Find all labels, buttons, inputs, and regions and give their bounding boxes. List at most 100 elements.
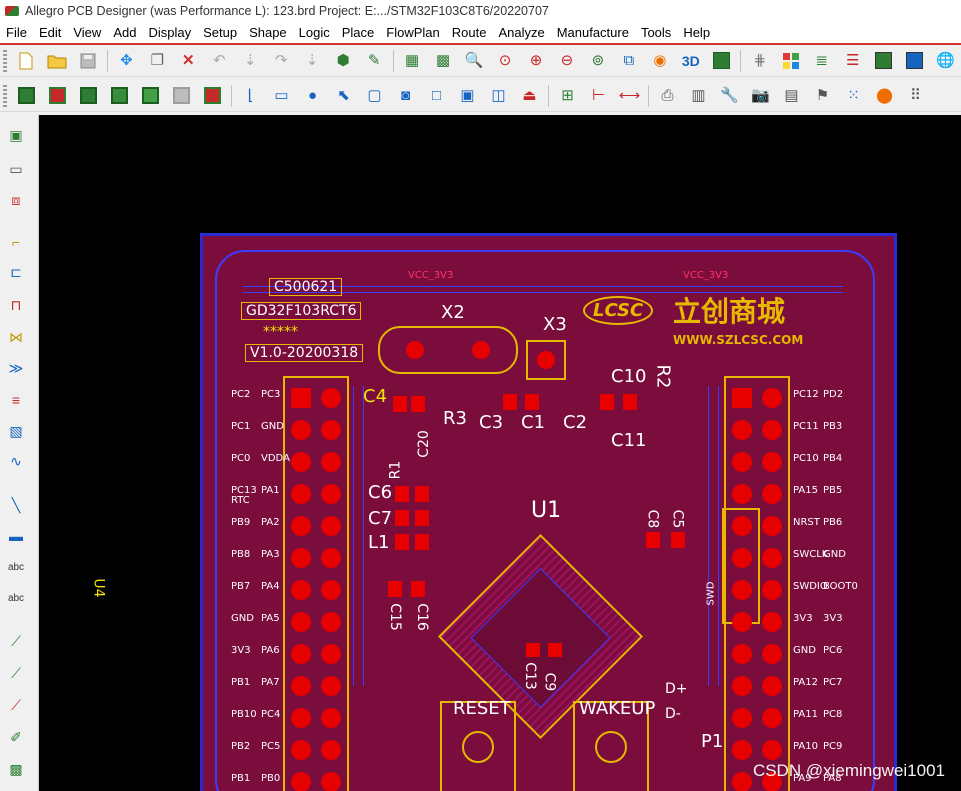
menu-setup[interactable]: Setup — [197, 25, 243, 40]
place-part-icon[interactable]: ▭ — [4, 157, 28, 181]
place-component-icon[interactable]: ▣ — [4, 123, 28, 147]
grid-small-icon[interactable]: ⠿ — [904, 84, 928, 108]
menu-route[interactable]: Route — [446, 25, 493, 40]
stack-icon[interactable]: ☰ — [841, 49, 865, 73]
zoom-fit-icon[interactable]: 🔍 — [462, 49, 486, 73]
undo-icon[interactable]: ↶ — [207, 49, 231, 73]
square-icon[interactable]: □ — [425, 84, 449, 108]
report-icon[interactable]: ▤ — [780, 84, 804, 108]
delay-wave-icon[interactable]: ∿ — [4, 449, 28, 473]
square-round-icon[interactable]: ▣ — [456, 84, 480, 108]
grid-icon[interactable]: ▦ — [400, 49, 424, 73]
dfa-icon[interactable] — [903, 49, 927, 73]
slide-icon[interactable]: ⊏ — [4, 260, 28, 284]
dots-icon[interactable]: ⁙ — [842, 84, 866, 108]
layers-icon[interactable]: ≣ — [810, 49, 834, 73]
menu-file[interactable]: File — [0, 25, 33, 40]
add-line-icon[interactable]: ╲ — [4, 493, 28, 517]
vertex-icon[interactable]: ≫ — [4, 356, 28, 380]
spread-icon[interactable]: ≡ — [4, 388, 28, 412]
flag-icon[interactable]: ⚑ — [811, 84, 835, 108]
shield-icon[interactable]: ▧ — [4, 419, 28, 443]
tag-icon[interactable]: ⬤ — [873, 84, 897, 108]
board-layer-4-icon[interactable] — [108, 84, 132, 108]
route-3-icon[interactable]: ⟋ — [4, 693, 28, 717]
menu-logic[interactable]: Logic — [293, 25, 336, 40]
zoom-points-icon[interactable]: ⊙ — [493, 49, 517, 73]
menu-flowplan[interactable]: FlowPlan — [380, 25, 445, 40]
board-layer-1-icon[interactable] — [15, 84, 39, 108]
move-icon[interactable]: ✥ — [114, 49, 138, 73]
delete-icon[interactable]: ✕ — [176, 49, 200, 73]
arc-icon[interactable]: ◙ — [394, 84, 418, 108]
pcb-board[interactable]: VCC_3V3 VCC_3V3 C500621 GD32F103RCT6 ***… — [200, 233, 897, 791]
menu-place[interactable]: Place — [336, 25, 381, 40]
add-text-icon[interactable]: abc — [4, 555, 28, 579]
ecm-icon[interactable] — [872, 49, 896, 73]
3d-view-icon[interactable]: 3D — [679, 49, 703, 73]
crystal-x3[interactable] — [526, 340, 566, 380]
rect-icon[interactable]: ▭ — [270, 84, 294, 108]
grid-dots-icon[interactable]: ⋕ — [748, 49, 772, 73]
menu-display[interactable]: Display — [142, 25, 197, 40]
redo-down-icon[interactable]: ⇣ — [300, 49, 324, 73]
corner-icon[interactable]: ⌊ — [239, 84, 263, 108]
add-rect-icon[interactable]: ▬ — [4, 524, 28, 548]
save-icon[interactable] — [76, 49, 100, 73]
menu-help[interactable]: Help — [677, 25, 716, 40]
toolbar-grip[interactable] — [3, 49, 7, 72]
grid-fit-icon[interactable]: ▩ — [431, 49, 455, 73]
new-file-icon[interactable] — [15, 49, 39, 73]
pin-icon[interactable]: ✎ — [362, 49, 386, 73]
design-canvas[interactable]: U4 VCC_3V3 VCC_3V3 C500621 GD32F103RCT6 … — [39, 115, 961, 791]
odb-icon[interactable]: ⎙ — [656, 84, 680, 108]
menu-edit[interactable]: Edit — [33, 25, 67, 40]
zoom-in-icon[interactable]: ⊕ — [524, 49, 548, 73]
frame-icon[interactable]: ◫ — [487, 84, 511, 108]
stamp-icon[interactable]: ⏏ — [518, 84, 542, 108]
menu-manufacture[interactable]: Manufacture — [551, 25, 635, 40]
add-connect-icon[interactable]: ⌐ — [4, 230, 28, 254]
menu-tools[interactable]: Tools — [635, 25, 677, 40]
redo-icon[interactable]: ↷ — [269, 49, 293, 73]
web-icon[interactable]: 🌐 — [934, 49, 958, 73]
dimension-icon[interactable]: ⊢ — [587, 84, 611, 108]
flip-icon[interactable] — [710, 49, 734, 73]
camera-icon[interactable]: 📷 — [749, 84, 773, 108]
board-layer-3-icon[interactable] — [77, 84, 101, 108]
measure-icon[interactable]: ⟷ — [618, 84, 642, 108]
menu-shape[interactable]: Shape — [243, 25, 293, 40]
zoom-world-icon[interactable]: ⊚ — [586, 49, 610, 73]
custom-smooth-icon[interactable]: ⋈ — [4, 325, 28, 349]
delay-tune-icon[interactable]: ⊓ — [4, 293, 28, 317]
route-2-icon[interactable]: ⟋ — [4, 661, 28, 685]
menu-add[interactable]: Add — [107, 25, 142, 40]
circle-icon[interactable]: ● — [301, 84, 325, 108]
wrench-icon[interactable]: 🔧 — [718, 84, 742, 108]
copy-icon[interactable]: ❐ — [145, 49, 169, 73]
toolbar-grip[interactable] — [3, 84, 7, 107]
open-folder-icon[interactable] — [45, 49, 69, 73]
shape-icon[interactable]: ⬢ — [331, 49, 355, 73]
menu-analyze[interactable]: Analyze — [492, 25, 550, 40]
zoom-previous-icon[interactable]: ⧉ — [617, 49, 641, 73]
zoom-out-icon[interactable]: ⊖ — [555, 49, 579, 73]
place-connector-icon[interactable]: ⧈ — [4, 188, 28, 212]
board-layer-7-icon[interactable] — [201, 84, 225, 108]
color-icon[interactable] — [779, 49, 803, 73]
crystal-x2[interactable] — [378, 326, 518, 374]
undo-down-icon[interactable]: ⇣ — [238, 49, 262, 73]
component-icon[interactable]: ⊞ — [556, 84, 580, 108]
edit-text-icon[interactable]: abc — [4, 586, 28, 610]
book-icon[interactable]: ▥ — [687, 84, 711, 108]
route-5-icon[interactable]: ▩ — [4, 757, 28, 781]
route-1-icon[interactable]: ⟋ — [4, 629, 28, 653]
board-layer-5-icon[interactable] — [139, 84, 163, 108]
rounded-rect-icon[interactable]: ▢ — [363, 84, 387, 108]
board-layer-2-icon[interactable] — [46, 84, 70, 108]
board-layer-6-icon[interactable] — [170, 84, 194, 108]
select-icon[interactable]: ⬉ — [332, 84, 356, 108]
menu-view[interactable]: View — [67, 25, 107, 40]
route-4-icon[interactable]: ✐ — [4, 725, 28, 749]
refresh-icon[interactable]: ◉ — [648, 49, 672, 73]
